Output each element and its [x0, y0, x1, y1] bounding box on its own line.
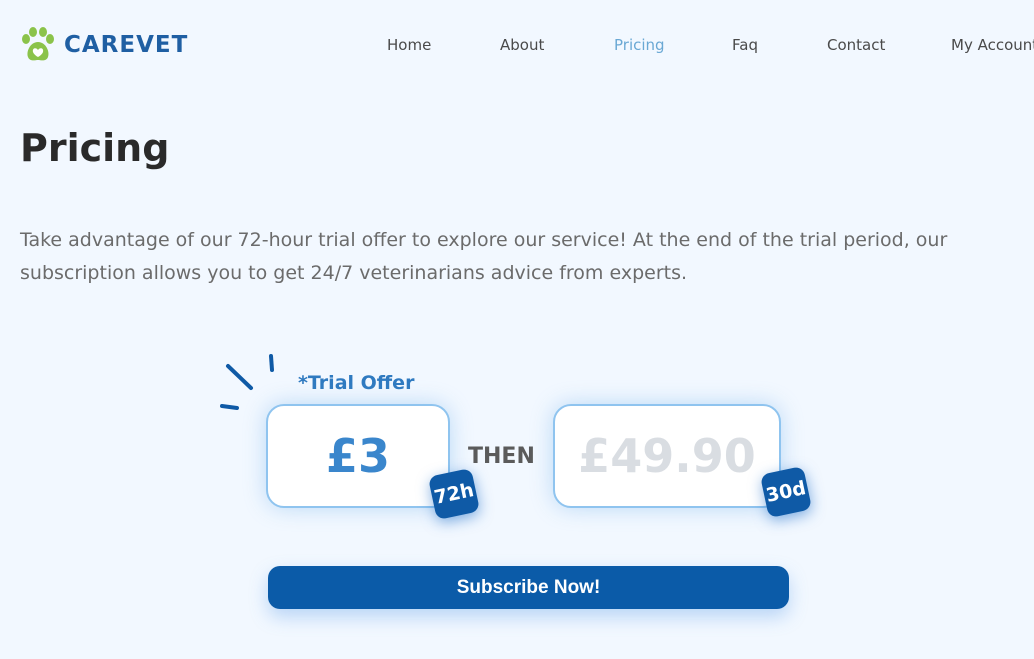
site-header: CAREVET Home About Pricing Faq Contact M… — [0, 0, 1034, 92]
nav-home[interactable]: Home — [387, 36, 431, 54]
nav-my-account[interactable]: My Account — [951, 36, 1034, 54]
full-duration-badge: 30d — [759, 465, 813, 519]
nav-contact[interactable]: Contact — [827, 36, 885, 54]
trial-duration-badge: 72h — [427, 467, 481, 521]
then-label: THEN — [468, 444, 535, 469]
nav-faq[interactable]: Faq — [732, 36, 758, 54]
full-price: £49.90 — [578, 429, 756, 483]
nav-about[interactable]: About — [500, 36, 544, 54]
trial-price-card: £3 — [266, 404, 450, 508]
sparkle-icon — [220, 354, 274, 410]
trial-offer-label: *Trial Offer — [298, 372, 415, 394]
subscribe-button[interactable]: Subscribe Now! — [268, 566, 789, 609]
page-title: Pricing — [20, 126, 170, 170]
intro-text: Take advantage of our 72-hour trial offe… — [20, 229, 948, 284]
main-nav: Home About Pricing Faq Contact My Accoun… — [0, 36, 1034, 56]
trial-price: £3 — [325, 429, 390, 483]
full-price-card: £49.90 — [553, 404, 781, 508]
nav-pricing[interactable]: Pricing — [614, 36, 665, 54]
